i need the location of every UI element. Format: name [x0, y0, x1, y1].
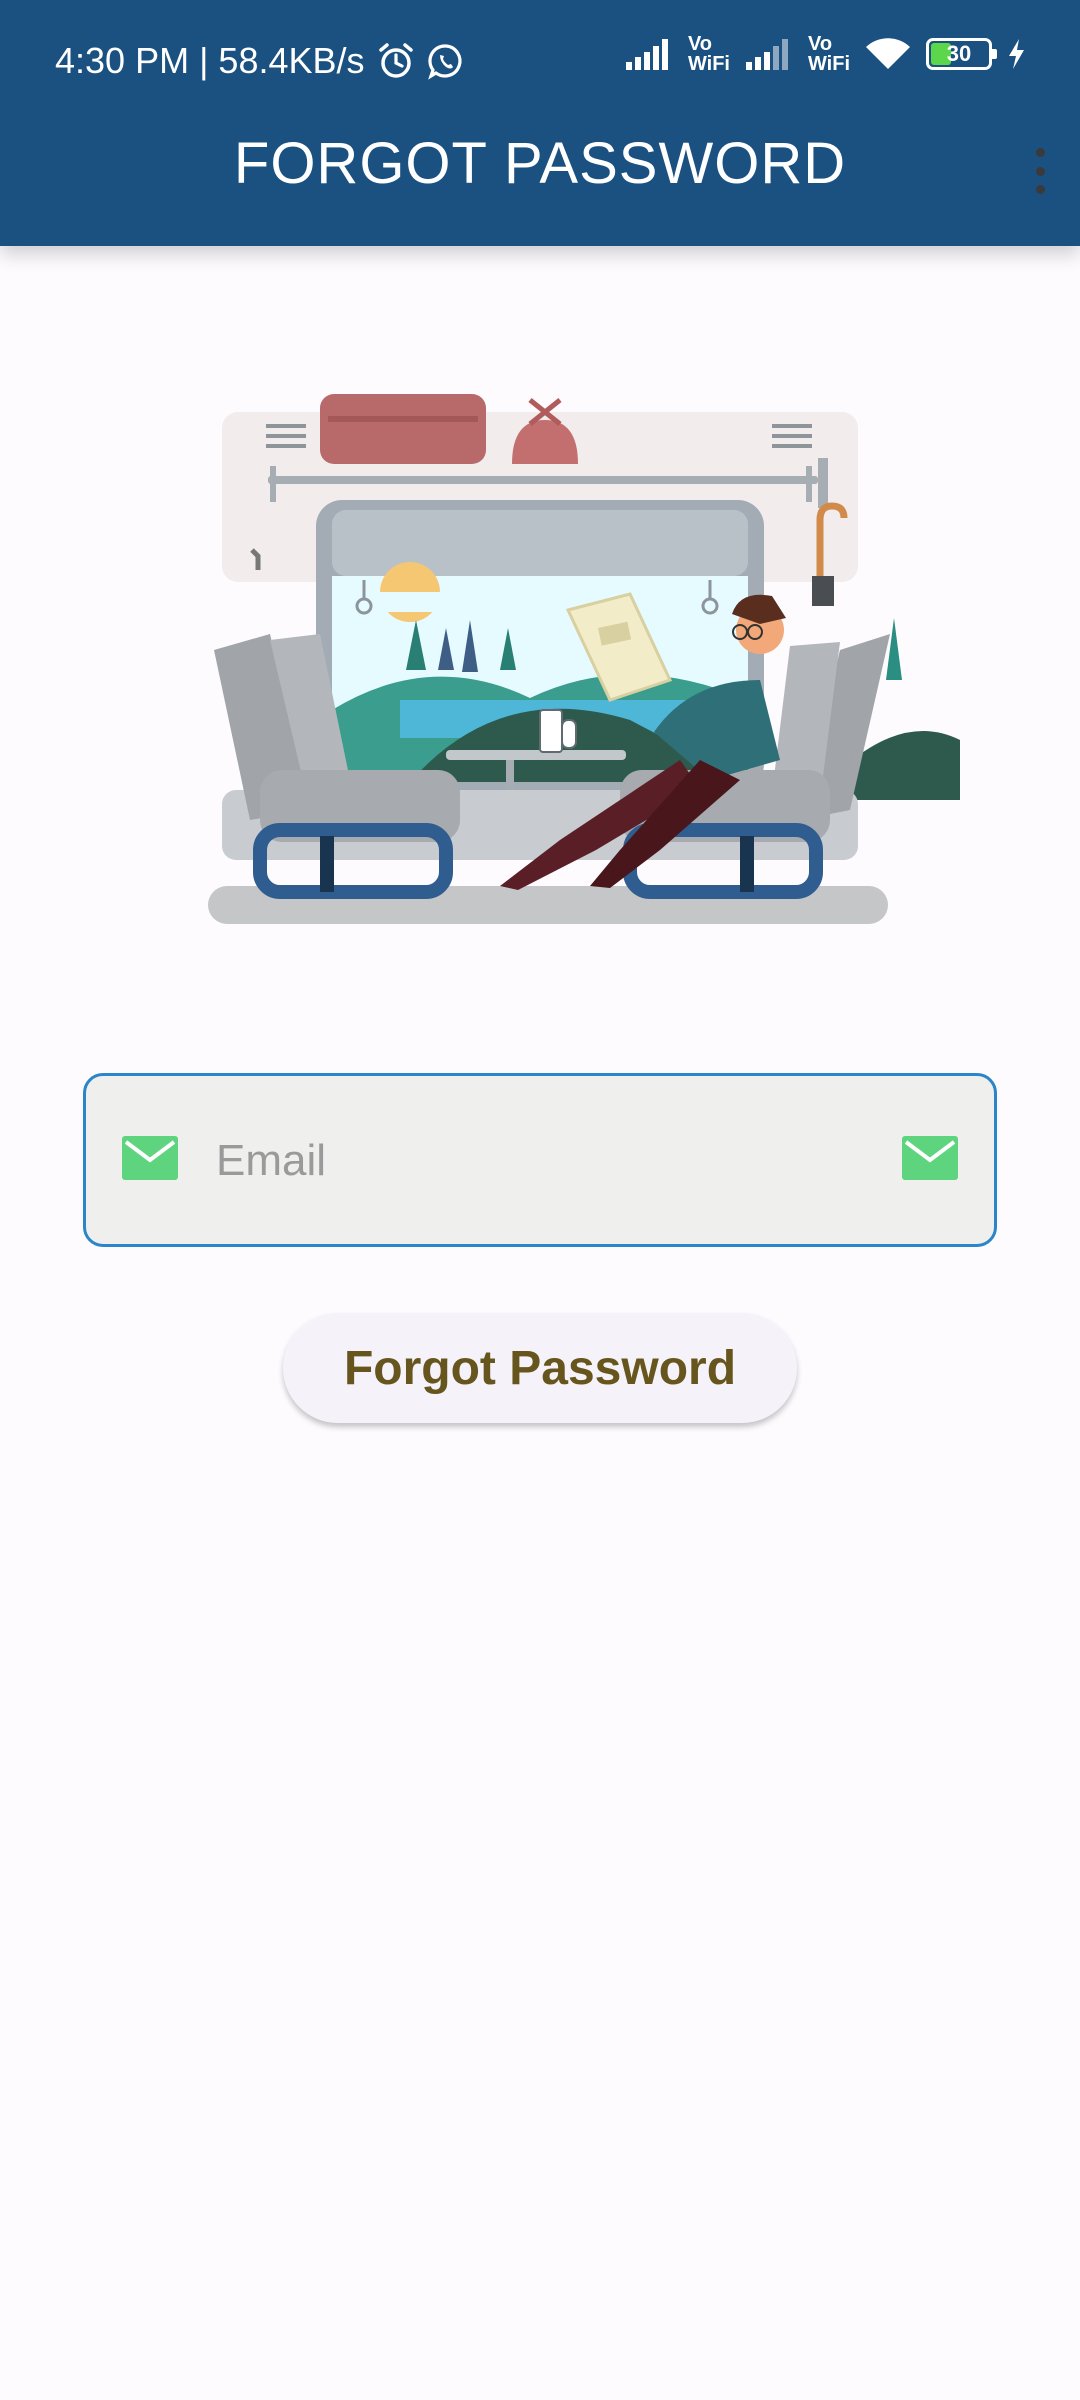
page-title: FORGOT PASSWORD: [233, 131, 847, 196]
signal-icon-2: [745, 39, 788, 70]
charging-bolt-icon: [1009, 39, 1024, 69]
battery-icon: 30: [926, 38, 997, 70]
battery-level: 30: [946, 41, 972, 66]
mail-icon-trailing: [902, 1136, 958, 1180]
whatsapp-icon: [427, 44, 462, 80]
status-time-speed: 4:30 PM | 58.4KB/s: [55, 40, 365, 81]
app-bar: 4:30 PM | 58.4KB/s Vo WiFi Vo WiFi 30 FO…: [0, 0, 1080, 246]
sim1-volte-label: Vo WiFi: [687, 33, 730, 75]
email-input[interactable]: [216, 1116, 836, 1206]
status-right: Vo WiFi Vo WiFi 30: [624, 34, 1026, 74]
train-passenger-illustration: [208, 394, 960, 924]
wifi-icon: [866, 38, 910, 69]
status-bar: 4:30 PM | 58.4KB/s Vo WiFi Vo WiFi 30: [0, 0, 1080, 122]
mail-icon: [122, 1136, 178, 1180]
email-field[interactable]: [83, 1073, 997, 1247]
signal-icon: [625, 39, 668, 70]
status-left: 4:30 PM | 58.4KB/s: [55, 40, 465, 82]
sim2-volte-label: Vo WiFi: [807, 33, 850, 75]
forgot-password-button[interactable]: Forgot Password: [283, 1313, 797, 1423]
alarm-icon: [378, 43, 413, 78]
more-vert-icon[interactable]: [1030, 148, 1050, 194]
